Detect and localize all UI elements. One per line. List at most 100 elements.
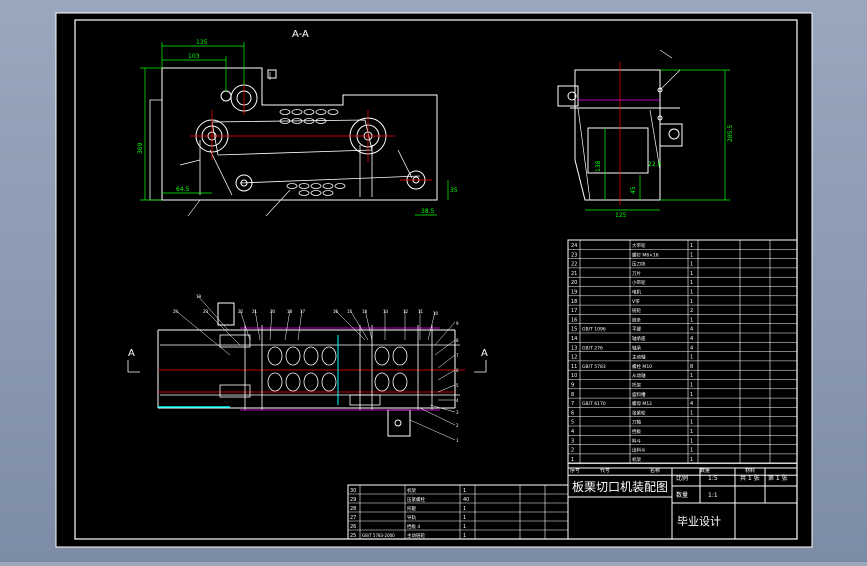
project-label: 毕业设计: [677, 515, 721, 528]
part-no: 27: [350, 515, 356, 521]
dim-right-small: 35: [450, 187, 458, 194]
part-code: GB/T 1096: [582, 327, 606, 333]
part-qty: 4: [690, 336, 693, 342]
part-name: 刀轴: [632, 419, 641, 426]
part-name: 小带轮: [632, 279, 646, 286]
part-no: 4: [571, 429, 574, 435]
svg-text:10: 10: [433, 311, 439, 316]
section-mark-right: A: [481, 348, 488, 359]
svg-text:12: 12: [403, 309, 409, 314]
part-name: 螺钉 M6×16: [632, 251, 659, 258]
dim-left-height: 309: [137, 142, 144, 154]
part-qty: 1: [463, 506, 466, 512]
part-qty: 1: [690, 280, 693, 286]
part-name: 链轮: [632, 307, 641, 314]
svg-text:24: 24: [173, 309, 179, 314]
part-no: 30: [350, 488, 356, 494]
svg-text:14: 14: [362, 309, 368, 314]
part-no: 24: [571, 243, 577, 249]
part-qty: 1: [690, 355, 693, 361]
part-no: 2: [571, 448, 574, 454]
part-name: 张紧轮: [632, 409, 646, 416]
part-no: 28: [350, 506, 356, 512]
qty-label: 数量: [676, 491, 688, 499]
sheet-number: 第 1 张: [768, 474, 788, 482]
dim-bottom-left: 64.5: [176, 186, 190, 193]
part-qty: 1: [690, 243, 693, 249]
part-name: 电机: [632, 289, 641, 296]
part-name: 挡板 4: [407, 523, 420, 530]
sheet-total: 共 1 张: [740, 474, 760, 482]
part-no: 9: [571, 383, 574, 389]
part-name: 主动链轮: [407, 532, 425, 539]
part-no: 11: [571, 364, 577, 370]
part-qty: 1: [690, 438, 693, 444]
part-code: GB/T 276: [582, 345, 603, 351]
svg-text:16: 16: [333, 309, 339, 314]
drawing-sheet: [55, 12, 813, 548]
part-no: 18: [571, 299, 577, 305]
part-qty: 1: [690, 448, 693, 454]
part-name: 托辊: [407, 505, 416, 512]
part-no: 22: [571, 262, 577, 268]
part-no: 25: [350, 533, 356, 539]
part-name: 压紧螺栓: [407, 496, 425, 503]
part-qty: 1: [463, 533, 466, 539]
svg-text:15: 15: [347, 309, 353, 314]
part-no: 16: [571, 317, 577, 323]
part-no: 17: [571, 308, 577, 314]
svg-text:20: 20: [270, 309, 276, 314]
part-no: 8: [571, 392, 574, 398]
part-qty: 40: [463, 497, 469, 503]
part-qty: 8: [690, 364, 693, 370]
part-code: GB/T 5783-2000: [362, 533, 395, 538]
part-no: 20: [571, 280, 577, 286]
part-name: V带: [632, 299, 640, 305]
dim-side-bottom: 125: [615, 212, 627, 219]
part-no: 10: [571, 373, 577, 379]
dim-side-height: 285.5: [727, 125, 734, 142]
part-qty: 1: [690, 420, 693, 426]
part-no: 23: [571, 252, 577, 258]
part-qty: 1: [690, 392, 693, 398]
part-name: 机架: [407, 487, 416, 494]
svg-text:21: 21: [252, 309, 258, 314]
part-name: 平键: [632, 326, 641, 333]
part-no: 6: [571, 410, 574, 416]
part-qty: 1: [690, 383, 693, 389]
part-code: GB/T 5783: [582, 364, 606, 370]
part-qty: 1: [690, 457, 693, 463]
part-name: 机架: [632, 456, 641, 463]
drawing-title: 板栗切口机装配图: [572, 480, 668, 494]
part-qty: 1: [690, 271, 693, 277]
part-qty: 1: [690, 290, 693, 296]
section-label: A-A: [292, 29, 309, 40]
part-name: 盛料槽: [632, 391, 646, 398]
svg-text:22: 22: [238, 309, 244, 314]
part-name: 主动轴: [632, 354, 646, 361]
part-name: 轴承座: [632, 335, 646, 342]
part-qty: 1: [690, 429, 693, 435]
scale-value: 1:5: [708, 475, 718, 482]
dim-top-inner: 103: [188, 53, 200, 60]
part-no: 5: [571, 420, 574, 426]
dim-side-inner: 138: [595, 160, 602, 172]
part-qty: 1: [463, 524, 466, 530]
svg-text:11: 11: [418, 309, 424, 314]
part-qty: 1: [690, 299, 693, 305]
cad-viewport: A-A 135 103 309 64.5 38.5 35 285.5 138 1…: [0, 0, 867, 562]
dim-bottom-right: 38.5: [421, 208, 435, 215]
part-no: 12: [571, 355, 577, 361]
part-qty: 1: [463, 515, 466, 521]
part-name: 出料斗: [632, 447, 646, 454]
part-qty: 1: [463, 488, 466, 494]
part-no: 13: [571, 345, 577, 351]
svg-text:13: 13: [383, 309, 389, 314]
part-qty: 4: [690, 345, 693, 351]
part-no: 15: [571, 327, 577, 333]
part-name: 轴承: [632, 344, 641, 351]
part-name: 挡板: [632, 428, 641, 435]
part-qty: 1: [690, 262, 693, 268]
part-name: 料斗: [632, 437, 641, 444]
part-qty: 4: [690, 401, 693, 407]
